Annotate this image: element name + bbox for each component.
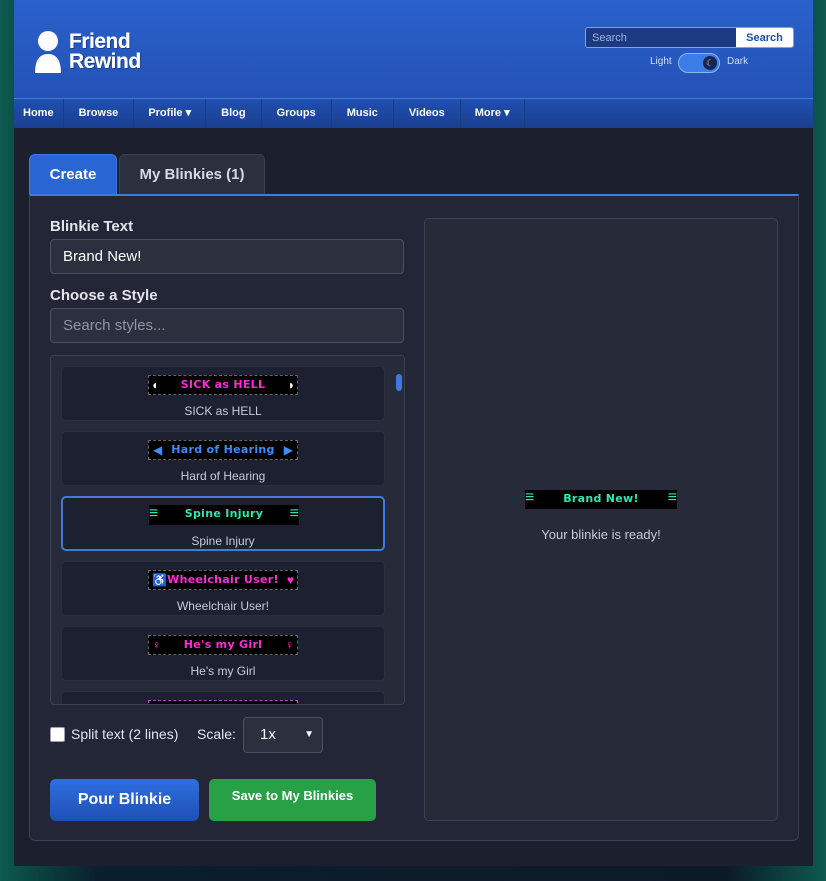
blinkie-thumbnail-text: Spine Injury <box>184 507 264 520</box>
blinkie-thumbnail: ♿ Wheelchair User! ♥ <box>148 570 298 590</box>
theme-switch-row: Light ☾ Dark <box>650 53 810 73</box>
search-input[interactable] <box>586 28 736 47</box>
symbol-icon: ♀ <box>285 638 294 652</box>
nav-blog[interactable]: Blog <box>206 99 262 128</box>
blinkie-thumbnail: ♀ He's my Girl ♀ <box>148 635 298 655</box>
theme-toggle[interactable]: ☾ <box>678 53 720 73</box>
blinkie-text-label: Blinkie Text <box>50 218 134 235</box>
preview-status: Your blinkie is ready! <box>541 527 661 542</box>
style-item-hard-of-hearing[interactable]: ◀ Hard of Hearing ▶ Hard of Hearing <box>61 431 385 486</box>
logo-line-1: Friend <box>69 30 131 53</box>
main-nav: Home Browse Profile ▾ Blog Groups Music … <box>14 98 813 128</box>
choose-style-label: Choose a Style <box>50 287 158 304</box>
heart-icon: ♥ <box>286 573 294 587</box>
theme-dark-label: Dark <box>727 56 749 67</box>
tab-bar: Create My Blinkies (1) <box>29 154 267 195</box>
style-name: Wheelchair User! <box>176 599 270 613</box>
search-button[interactable]: Search <box>736 28 793 47</box>
scale-select[interactable]: 1x ▼ <box>243 717 323 753</box>
logo-line-2: Rewind <box>69 50 141 73</box>
blinkie-thumbnail-text: Wheelchair User! <box>167 573 279 586</box>
blinkie-thumbnail <box>148 700 298 704</box>
nav-browse[interactable]: Browse <box>64 99 135 128</box>
blinkie-thumbnail-text: SICK as HELL <box>180 378 266 391</box>
blinkie-thumbnail: ≡ Spine Injury ≡ <box>149 505 299 525</box>
style-search-input[interactable] <box>50 308 404 343</box>
style-item-hes-my-girl[interactable]: ♀ He's my Girl ♀ He's my Girl <box>61 626 385 681</box>
style-list: ◖ SICK as HELL ◗ SICK as HELL ◀ Hard of … <box>50 355 405 705</box>
style-name: SICK as HELL <box>184 404 262 418</box>
moon-icon: ☾ <box>703 56 717 70</box>
style-item-partial[interactable] <box>61 691 385 704</box>
blinkie-thumbnail: ◖ SICK as HELL ◗ <box>148 375 298 395</box>
save-to-my-blinkies-button[interactable]: Save to My Blinkies <box>209 779 376 821</box>
site-logo[interactable]: Friend Rewind <box>33 27 148 75</box>
speaker-icon: ▶ <box>283 443 293 457</box>
nav-more[interactable]: More ▾ <box>461 99 525 128</box>
nav-music[interactable]: Music <box>332 99 394 128</box>
scale-value: 1x <box>260 726 276 743</box>
split-text-label: Split text (2 lines) <box>71 726 179 742</box>
preview-blinkie-text: Brand New! <box>563 492 639 505</box>
style-item-wheelchair-user[interactable]: ♿ Wheelchair User! ♥ Wheelchair User! <box>61 561 385 616</box>
split-text-checkbox[interactable] <box>50 727 65 742</box>
blinkie-thumbnail-text: He's my Girl <box>183 638 263 651</box>
pill-icon: ◗ <box>287 378 295 392</box>
scale-label: Scale: <box>197 726 236 742</box>
style-name: Hard of Hearing <box>180 469 266 483</box>
nav-profile[interactable]: Profile ▾ <box>134 99 207 128</box>
theme-light-label: Light <box>650 56 672 67</box>
style-list-scrollbar[interactable] <box>395 356 403 704</box>
tab-my-blinkies[interactable]: My Blinkies (1) <box>119 154 265 195</box>
style-item-sick-as-hell[interactable]: ◖ SICK as HELL ◗ SICK as HELL <box>61 366 385 421</box>
nav-groups[interactable]: Groups <box>262 99 332 128</box>
preview-panel: ≡ Brand New! ≡ Your blinkie is ready! <box>424 218 778 821</box>
page: Friend Rewind Search Light ☾ Dark Home B… <box>14 0 813 866</box>
nav-home[interactable]: Home <box>14 99 64 128</box>
style-item-spine-injury[interactable]: ≡ Spine Injury ≡ Spine Injury <box>61 496 385 551</box>
search-box: Search <box>585 27 794 48</box>
spine-icon: ≡ <box>289 505 299 522</box>
person-icon <box>35 31 61 73</box>
site-header: Friend Rewind Search Light ☾ Dark <box>14 0 813 98</box>
blinkie-thumbnail-text: Hard of Hearing <box>171 443 275 456</box>
blinkie-thumbnail: ◀ Hard of Hearing ▶ <box>148 440 298 460</box>
logo-text: Friend Rewind <box>69 30 141 73</box>
style-name: Spine Injury <box>191 534 255 548</box>
tab-create[interactable]: Create <box>29 154 117 195</box>
scrollbar-thumb[interactable] <box>396 374 402 391</box>
nav-videos[interactable]: Videos <box>394 99 461 128</box>
spine-icon: ≡ <box>667 489 677 506</box>
style-name: He's my Girl <box>190 664 256 678</box>
preview-blinkie: ≡ Brand New! ≡ <box>525 490 677 509</box>
chevron-down-icon: ▼ <box>304 729 314 740</box>
pour-blinkie-button[interactable]: Pour Blinkie <box>50 779 199 821</box>
blinkie-text-input[interactable] <box>50 239 404 274</box>
create-panel: Blinkie Text Choose a Style ◖ SICK as HE… <box>29 194 799 841</box>
